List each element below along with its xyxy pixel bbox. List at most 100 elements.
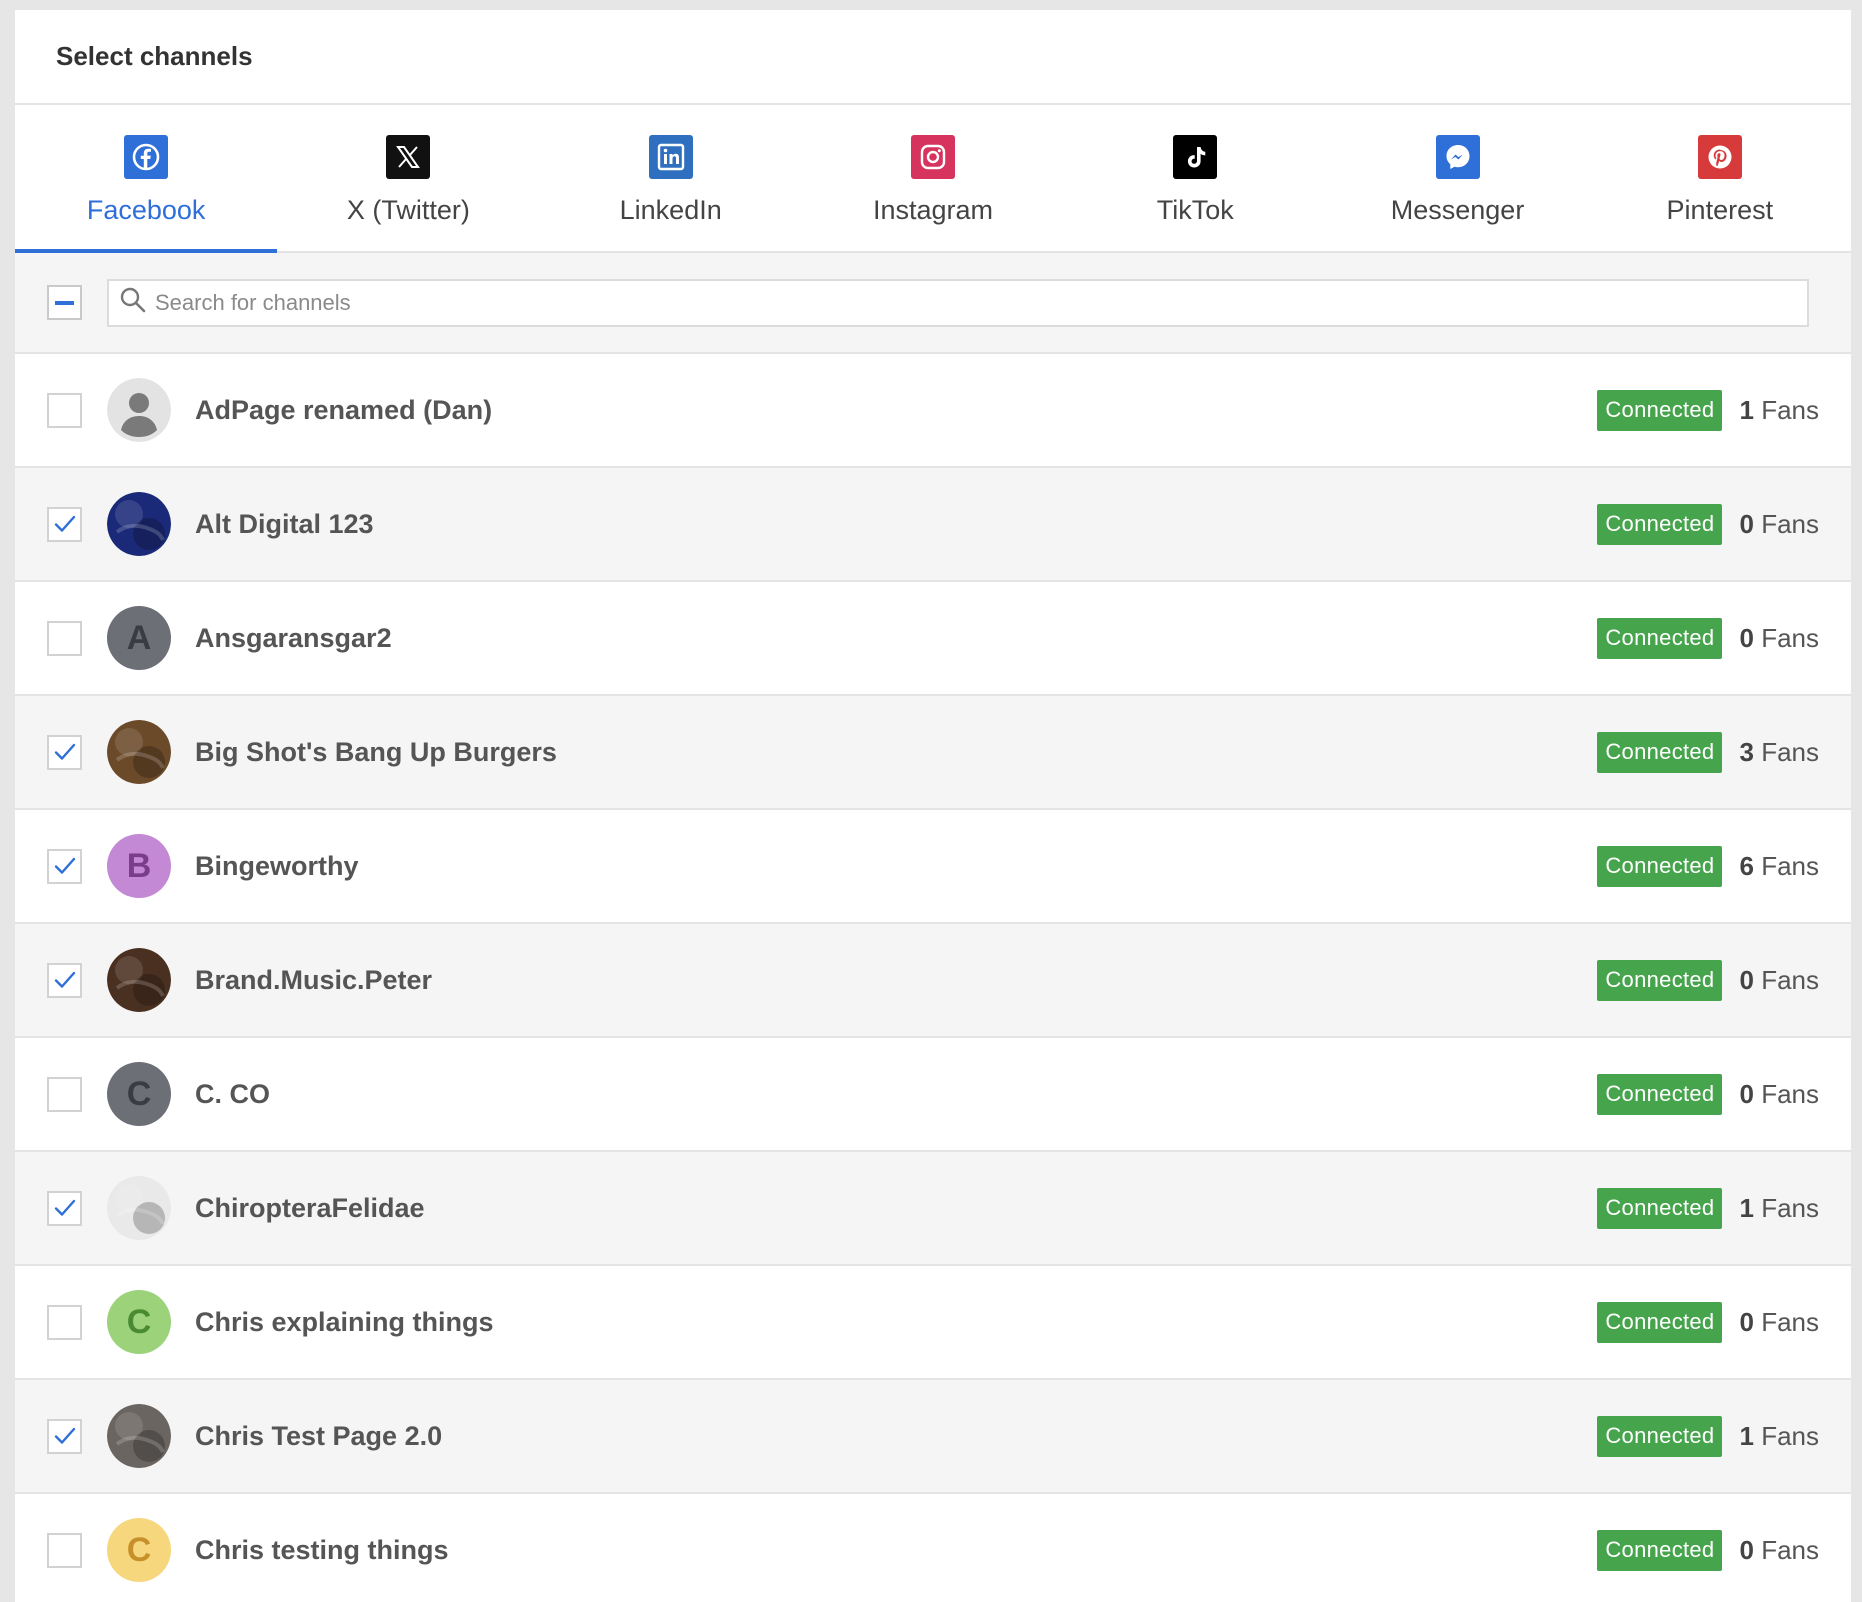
avatar: B (107, 834, 171, 898)
checkmark-icon (54, 1199, 75, 1216)
channel-checkbox[interactable] (47, 848, 82, 884)
fans-label: Fans (1761, 394, 1819, 425)
channel-meta: Connected 0 Fans (1597, 1073, 1819, 1115)
select-all-checkbox[interactable] (47, 285, 82, 320)
checkmark-icon (54, 857, 75, 874)
avatar-letter: C (126, 1530, 152, 1569)
linkedin-icon (648, 135, 693, 179)
tab-instagram[interactable]: Instagram (802, 105, 1064, 251)
fans-label: Fans (1761, 622, 1819, 653)
fans-count: 3 Fans (1739, 737, 1819, 768)
tab-pinterest[interactable]: Pinterest (1589, 105, 1851, 251)
channel-checkbox[interactable] (47, 392, 82, 428)
checkmark-icon (54, 743, 75, 760)
status-badge: Connected (1597, 389, 1723, 431)
messenger-icon (1435, 135, 1480, 179)
channel-row[interactable]: AdPage renamed (Dan) Connected 1 Fans (15, 354, 1851, 468)
fans-number: 0 (1739, 1078, 1754, 1109)
fans-count: 0 Fans (1739, 1535, 1819, 1566)
channel-checkbox[interactable] (47, 734, 82, 770)
status-badge: Connected (1597, 1301, 1723, 1343)
channel-checkbox[interactable] (47, 1532, 82, 1568)
fans-label: Fans (1761, 850, 1819, 881)
search-field[interactable] (107, 278, 1809, 327)
fans-number: 3 (1739, 736, 1754, 767)
channel-row[interactable]: C Chris explaining things Connected 0 Fans (15, 1266, 1851, 1380)
fans-label: Fans (1761, 1078, 1819, 1109)
channel-row[interactable]: A Ansgaransgar2 Connected 0 Fans (15, 582, 1851, 696)
fans-number: 0 (1739, 1534, 1754, 1565)
channel-name: Bingeworthy (195, 850, 359, 881)
channel-meta: Connected 1 Fans (1597, 389, 1819, 431)
status-badge: Connected (1597, 845, 1723, 887)
channel-row[interactable]: Big Shot's Bang Up Burgers Connected 3 Fan… (15, 696, 1851, 810)
status-badge: Connected (1597, 959, 1723, 1001)
channel-name: Chris Test Page 2.0 (195, 1420, 443, 1451)
status-badge: Connected (1597, 1187, 1723, 1229)
network-tabs: Facebook X (Twitter) LinkedIn Instagram TikT… (15, 105, 1851, 253)
status-badge: Connected (1597, 617, 1723, 659)
channel-row[interactable]: Chris Test Page 2.0 Connected 1 Fans (15, 1380, 1851, 1494)
avatar: C (107, 1518, 171, 1582)
channel-checkbox[interactable] (47, 620, 82, 656)
avatar (107, 720, 171, 784)
tab-label: X (Twitter) (346, 195, 470, 225)
checkmark-icon (54, 971, 75, 988)
channel-name: Brand.Music.Peter (195, 964, 433, 995)
channel-checkbox[interactable] (47, 1190, 82, 1226)
tiktok-icon (1173, 135, 1218, 179)
fans-label: Fans (1761, 964, 1819, 995)
fans-number: 6 (1739, 850, 1754, 881)
avatar (107, 492, 171, 556)
fans-label: Fans (1761, 736, 1819, 767)
avatar-letter: C (126, 1302, 152, 1341)
tab-tiktok[interactable]: TikTok (1064, 105, 1326, 251)
tab-x-twitter[interactable]: X (Twitter) (277, 105, 539, 251)
fans-number: 1 (1739, 1420, 1754, 1451)
status-badge: Connected (1597, 1529, 1723, 1571)
avatar (107, 1404, 171, 1468)
avatar (107, 948, 171, 1012)
channel-checkbox[interactable] (47, 962, 82, 998)
fans-label: Fans (1761, 1534, 1819, 1565)
status-badge: Connected (1597, 731, 1723, 773)
channel-checkbox[interactable] (47, 1418, 82, 1454)
channel-meta: Connected 0 Fans (1597, 617, 1819, 659)
panel-header: Select channels (15, 10, 1851, 105)
channel-row[interactable]: ChiropteraFelidae Connected 1 Fans (15, 1152, 1851, 1266)
fans-count: 0 Fans (1739, 1079, 1819, 1110)
tab-label: Instagram (872, 195, 994, 225)
channel-name: Alt Digital 123 (195, 508, 374, 539)
channel-row[interactable]: C C. CO Connected 0 Fans (15, 1038, 1851, 1152)
channel-checkbox[interactable] (47, 1304, 82, 1340)
search-input[interactable] (153, 288, 1807, 317)
fans-count: 0 Fans (1739, 1307, 1819, 1338)
pinterest-icon (1697, 135, 1742, 179)
select-channels-panel: Select channels Facebook X (Twitter) Linke… (15, 10, 1851, 1602)
channel-checkbox[interactable] (47, 1076, 82, 1112)
channel-row[interactable]: C Chris testing things Connected 0 Fans (15, 1494, 1851, 1602)
channel-row[interactable]: Brand.Music.Peter Connected 0 Fans (15, 924, 1851, 1038)
search-bar (15, 253, 1851, 354)
channel-row[interactable]: B Bingeworthy Connected 6 Fans (15, 810, 1851, 924)
channel-meta: Connected 0 Fans (1597, 1301, 1819, 1343)
fans-label: Fans (1761, 1306, 1819, 1337)
fans-count: 1 Fans (1739, 1421, 1819, 1452)
tab-messenger[interactable]: Messenger (1326, 105, 1588, 251)
channel-row[interactable]: Alt Digital 123 Connected 0 Fans (15, 468, 1851, 582)
status-badge: Connected (1597, 1415, 1723, 1457)
tab-label: LinkedIn (619, 195, 722, 225)
tab-linkedin[interactable]: LinkedIn (540, 105, 802, 251)
fans-label: Fans (1761, 508, 1819, 539)
channel-meta: Connected 0 Fans (1597, 1529, 1819, 1571)
channel-name: Chris testing things (195, 1534, 449, 1565)
fans-number: 1 (1739, 394, 1754, 425)
fans-number: 0 (1739, 622, 1754, 653)
status-badge: Connected (1597, 1073, 1723, 1115)
tab-label: Messenger (1390, 195, 1525, 225)
channel-name: C. CO (195, 1078, 271, 1109)
channel-checkbox[interactable] (47, 506, 82, 542)
channel-meta: Connected 0 Fans (1597, 503, 1819, 545)
tab-facebook[interactable]: Facebook (15, 105, 278, 253)
avatar (107, 1176, 171, 1240)
